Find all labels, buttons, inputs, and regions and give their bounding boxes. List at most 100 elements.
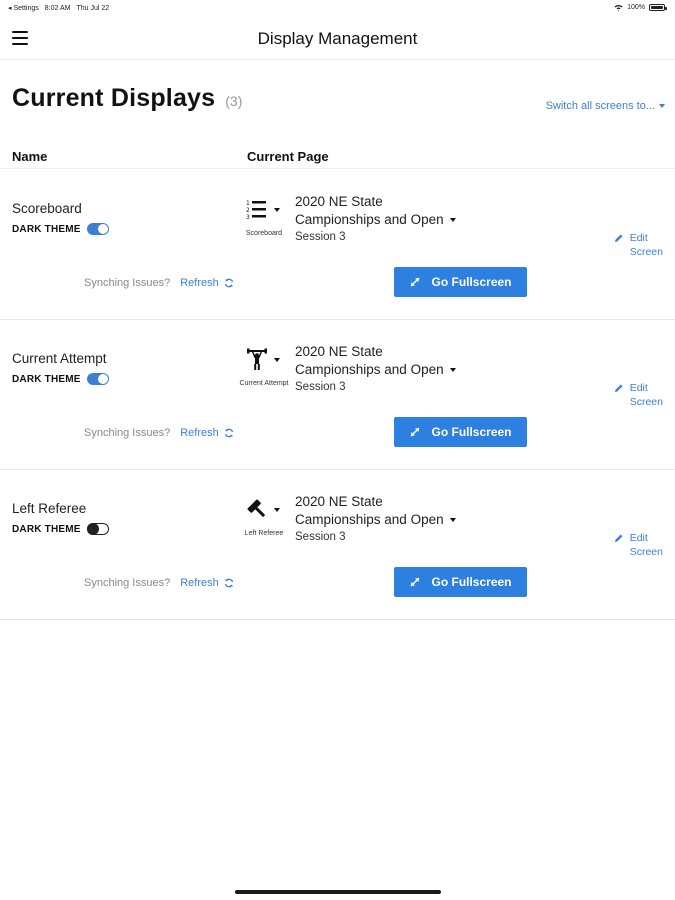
dark-theme-setting: DARK THEME xyxy=(12,223,109,235)
divider xyxy=(0,168,675,169)
status-left: ◂ Settings 8:02 AM Thu Jul 22 xyxy=(8,4,110,13)
display-name: Left Referee xyxy=(12,501,87,516)
go-fullscreen-label: Go Fullscreen xyxy=(431,425,512,439)
wifi-icon xyxy=(614,5,623,11)
competition-name-line2: Campionships and Open xyxy=(295,212,444,227)
expand-icon xyxy=(410,577,421,587)
sync-issues-text: Synching Issues? xyxy=(84,577,171,589)
status-bar: ◂ Settings 8:02 AM Thu Jul 22 100% xyxy=(0,0,675,16)
dark-theme-label: DARK THEME xyxy=(12,523,81,535)
status-time: 8:02 AM xyxy=(44,4,71,12)
page-type-label: Current Attempt xyxy=(239,380,289,387)
display-name: Current Attempt xyxy=(12,351,107,366)
competition-selector[interactable]: 2020 NE State Campionships and Open xyxy=(295,193,456,229)
pencil-icon xyxy=(614,384,623,392)
competition-info: 2020 NE State Campionships and Open Sess… xyxy=(295,343,456,393)
svg-text:3: 3 xyxy=(246,214,250,220)
status-right: 100% xyxy=(614,4,667,11)
chevron-down-icon xyxy=(449,368,456,373)
page-type-selector[interactable]: Left Referee xyxy=(238,496,290,542)
competition-name-line1: 2020 NE State xyxy=(295,344,383,359)
page-type-selector[interactable]: Current Attempt xyxy=(238,346,290,392)
pencil-icon xyxy=(614,234,623,242)
switch-all-label: Switch all screens to... xyxy=(545,100,655,112)
page-title: Current Displays xyxy=(12,84,216,112)
go-fullscreen-button[interactable]: Go Fullscreen xyxy=(394,417,527,447)
go-fullscreen-label: Go Fullscreen xyxy=(431,275,512,289)
chevron-down-icon xyxy=(659,104,665,108)
dark-theme-label: DARK THEME xyxy=(12,223,81,235)
gavel-icon xyxy=(247,499,266,518)
sync-line: Synching Issues? Refresh xyxy=(84,577,234,589)
battery-icon xyxy=(649,4,667,11)
session-label: Session 3 xyxy=(295,231,346,243)
switch-all-screens-dropdown[interactable]: Switch all screens to... xyxy=(546,100,665,112)
refresh-label: Refresh xyxy=(180,577,219,589)
chevron-down-icon xyxy=(274,358,280,362)
dark-theme-toggle[interactable] xyxy=(86,373,109,385)
column-header-name: Name xyxy=(12,149,48,164)
dark-theme-toggle[interactable] xyxy=(86,223,109,235)
competition-info: 2020 NE State Campionships and Open Sess… xyxy=(295,493,456,543)
edit-screen-button[interactable]: Edit Screen xyxy=(614,531,663,559)
sync-line: Synching Issues? Refresh xyxy=(84,277,234,289)
session-label: Session 3 xyxy=(295,381,346,393)
dark-theme-toggle[interactable] xyxy=(86,523,109,535)
page-type-label: Scoreboard xyxy=(245,230,283,237)
edit-label: Edit xyxy=(629,382,648,394)
display-count: (3) xyxy=(225,93,243,109)
sync-issues-text: Synching Issues? xyxy=(84,277,171,289)
edit-screen-button[interactable]: Edit Screen xyxy=(614,231,663,259)
expand-icon xyxy=(410,427,421,437)
chevron-down-icon xyxy=(274,508,280,512)
refresh-button[interactable]: Refresh xyxy=(180,577,234,589)
refresh-icon xyxy=(224,428,233,438)
pencil-icon xyxy=(614,534,623,542)
refresh-button[interactable]: Refresh xyxy=(180,427,234,439)
nav-title: Display Management xyxy=(257,29,418,48)
sync-line: Synching Issues? Refresh xyxy=(84,427,234,439)
chevron-down-icon xyxy=(274,208,280,212)
page-type-label: Left Referee xyxy=(244,530,284,537)
scoreboard-list-icon: 1 2 3 xyxy=(246,200,266,220)
go-fullscreen-button[interactable]: Go Fullscreen xyxy=(394,267,527,297)
go-fullscreen-button[interactable]: Go Fullscreen xyxy=(394,567,527,597)
screen-label: Screen xyxy=(629,246,663,258)
screen-label: Screen xyxy=(629,396,663,408)
dark-theme-setting: DARK THEME xyxy=(12,373,109,385)
refresh-button[interactable]: Refresh xyxy=(180,277,234,289)
refresh-icon xyxy=(224,578,233,588)
display-row-scoreboard: Scoreboard DARK THEME 1 2 3 Scoreboard 2… xyxy=(0,170,675,320)
competition-name-line1: 2020 NE State xyxy=(295,494,383,509)
refresh-label: Refresh xyxy=(180,277,219,289)
go-fullscreen-label: Go Fullscreen xyxy=(431,575,512,589)
svg-text:1: 1 xyxy=(246,200,250,207)
display-name: Scoreboard xyxy=(12,201,82,216)
dark-theme-setting: DARK THEME xyxy=(12,523,109,535)
page-heading: Current Displays (3) xyxy=(12,84,242,113)
nav-bar: Display Management xyxy=(0,20,675,60)
refresh-label: Refresh xyxy=(180,427,219,439)
edit-screen-button[interactable]: Edit Screen xyxy=(614,381,663,409)
competition-name-line1: 2020 NE State xyxy=(295,194,383,209)
competition-name-line2: Campionships and Open xyxy=(295,362,444,377)
home-indicator[interactable] xyxy=(235,890,441,894)
expand-icon xyxy=(410,277,421,287)
page-type-selector[interactable]: 1 2 3 Scoreboard xyxy=(238,196,290,242)
chevron-down-icon xyxy=(449,518,456,523)
session-label: Session 3 xyxy=(295,531,346,543)
chevron-down-icon xyxy=(449,218,456,223)
display-row-current-attempt: Current Attempt DARK THEME Current Attem… xyxy=(0,320,675,470)
competition-info: 2020 NE State Campionships and Open Sess… xyxy=(295,193,456,243)
svg-text:2: 2 xyxy=(246,207,250,214)
column-header-current-page: Current Page xyxy=(247,149,329,164)
battery-percent: 100% xyxy=(627,4,645,11)
back-to-settings-link[interactable]: ◂ Settings xyxy=(8,4,39,12)
competition-selector[interactable]: 2020 NE State Campionships and Open xyxy=(295,493,456,529)
competition-selector[interactable]: 2020 NE State Campionships and Open xyxy=(295,343,456,379)
sync-issues-text: Synching Issues? xyxy=(84,427,171,439)
edit-label: Edit xyxy=(629,532,648,544)
competition-name-line2: Campionships and Open xyxy=(295,512,444,527)
status-date: Thu Jul 22 xyxy=(76,4,110,12)
screen-label: Screen xyxy=(629,546,663,558)
